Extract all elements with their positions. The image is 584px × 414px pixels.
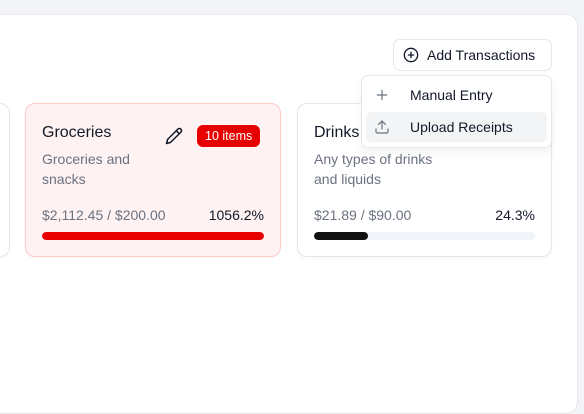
category-description: Groceries and snacks: [42, 151, 130, 187]
menu-item-label: Manual Entry: [410, 87, 493, 103]
category-card-partial[interactable]: [0, 103, 10, 257]
category-title: Drinks: [314, 124, 360, 141]
budget-percent: 1056.2%: [208, 207, 264, 223]
add-transactions-menu: Manual Entry Upload Receipts: [361, 75, 552, 148]
category-title: Groceries: [42, 124, 112, 141]
budget-progress-fill: [314, 232, 368, 240]
add-transactions-button[interactable]: Add Transactions: [393, 39, 552, 71]
items-count-badge: 10 items: [197, 125, 261, 147]
menu-item-upload-receipts[interactable]: Upload Receipts: [366, 112, 547, 142]
spent-vs-budget: $21.89 / $90.00: [314, 207, 412, 223]
category-description: Any types of drinks and liquids: [314, 151, 433, 187]
budget-progress-bar: [42, 232, 264, 240]
menu-item-label: Upload Receipts: [410, 119, 513, 135]
menu-item-manual-entry[interactable]: Manual Entry: [366, 80, 547, 110]
budget-progress-bar: [314, 232, 535, 240]
spent-vs-budget: $2,112.45 / $200.00: [42, 207, 166, 223]
plus-icon: [374, 87, 390, 103]
add-transactions-label: Add Transactions: [427, 47, 536, 63]
pencil-icon[interactable]: [165, 127, 183, 145]
budget-percent: 24.3%: [495, 207, 535, 223]
budget-progress-fill: [42, 232, 264, 240]
plus-circle-icon: [403, 47, 419, 63]
category-card-groceries[interactable]: Groceries 10 items Groceries and snacks …: [25, 103, 281, 257]
upload-icon: [374, 119, 390, 135]
